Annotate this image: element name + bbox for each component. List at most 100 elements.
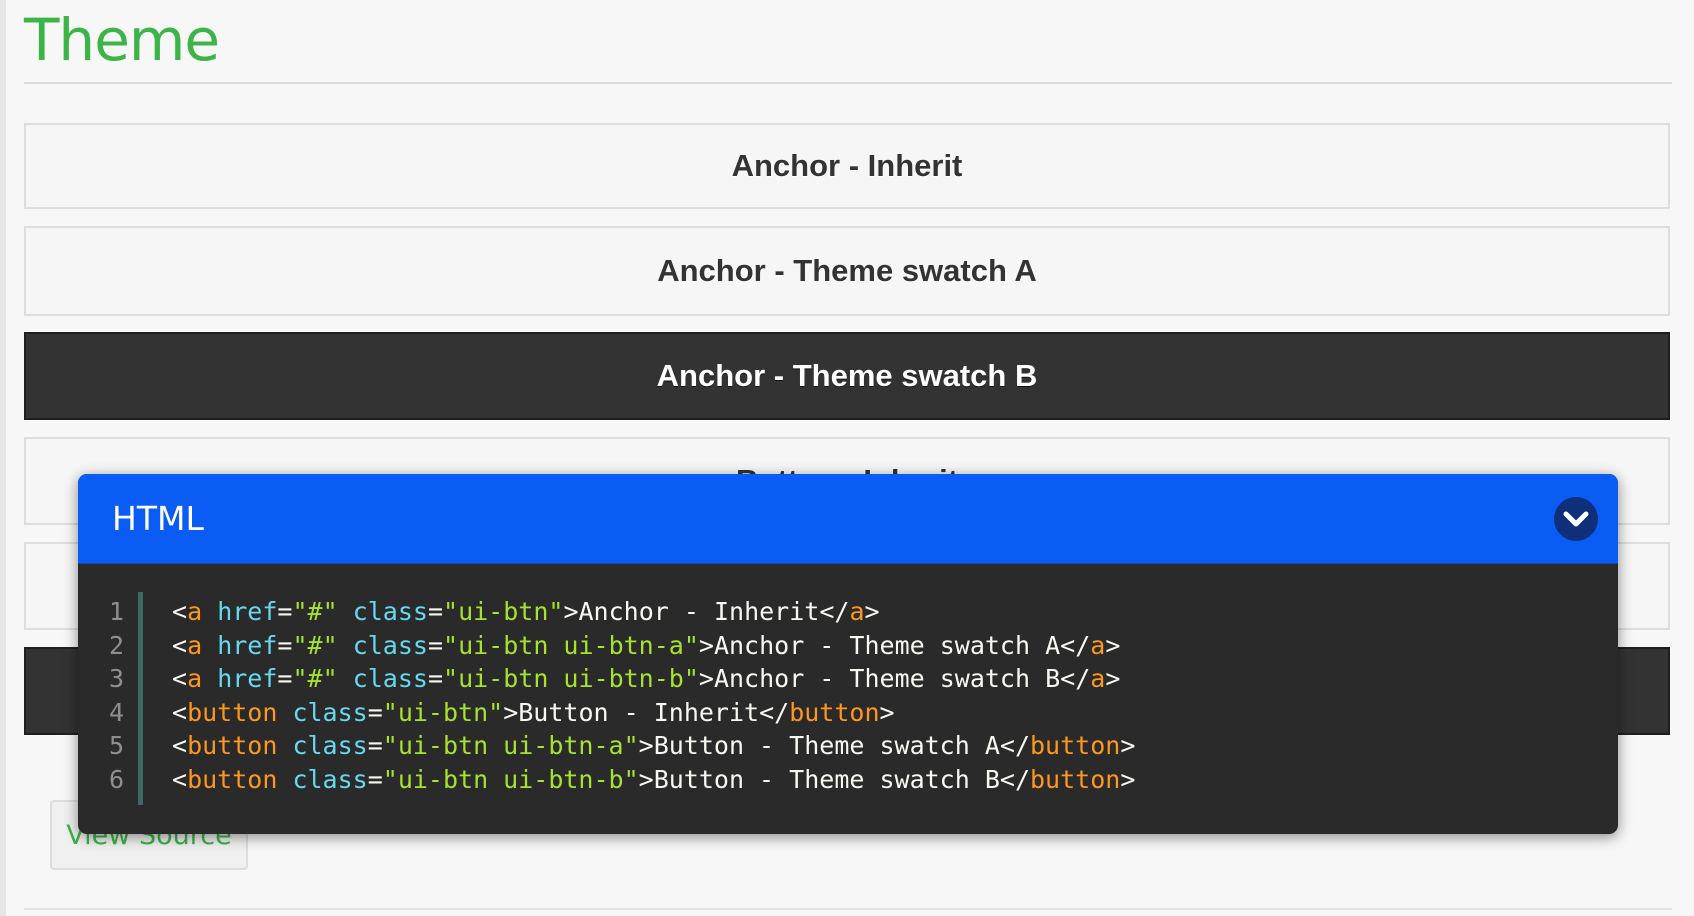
code-punct: =: [367, 697, 383, 727]
code-punct: >: [864, 597, 880, 626]
code-punct: <: [172, 597, 188, 626]
code-string: "ui-btn": [443, 597, 564, 626]
code-punct: =: [367, 764, 383, 794]
anchor-inherit-button[interactable]: Anchor - Inherit: [24, 123, 1670, 209]
popup-title: HTML: [112, 499, 204, 538]
code-tag: button: [187, 731, 278, 760]
code-punct: =: [427, 664, 444, 693]
code-text: <a href="#" class="ui-btn">Anchor - Inhe…: [172, 594, 880, 630]
code-attr: class: [352, 664, 428, 693]
code-punct: <: [172, 764, 188, 794]
code-attr: class: [352, 630, 428, 660]
code-content: Anchor - Theme swatch B: [713, 664, 1061, 693]
code-punct: >: [698, 630, 714, 660]
code-content: Button - Theme swatch A: [653, 731, 1000, 760]
code-attr: class: [292, 764, 368, 794]
code-attr: class: [352, 597, 428, 626]
code-attr: class: [292, 697, 368, 727]
code-tag: button: [187, 764, 278, 794]
code-punct: </: [999, 731, 1030, 760]
code-punct: =: [427, 630, 444, 660]
code-punct: <: [172, 630, 188, 660]
code-tag: a: [1090, 630, 1106, 660]
gutter-divider: [138, 592, 143, 805]
code-tag: a: [187, 630, 203, 660]
code-attr: class: [292, 731, 368, 760]
code-block: 1 <a href="#" class="ui-btn">Anchor - Inh…: [78, 564, 1618, 834]
line-number: 5: [108, 731, 124, 760]
code-text: <button class="ui-btn">Button - Inherit<…: [172, 695, 895, 731]
code-string: "ui-btn ui-btn-b": [443, 664, 699, 693]
code-punct: >: [638, 731, 654, 760]
code-content: Button - Theme swatch B: [653, 764, 1000, 794]
code-punct: >: [698, 664, 714, 693]
code-punct: <: [172, 731, 188, 760]
code-punct: =: [277, 597, 293, 626]
code-punct: =: [277, 664, 293, 693]
code-punct: >: [1120, 731, 1136, 760]
code-tag: button: [789, 697, 880, 727]
code-string: "ui-btn ui-btn-b": [382, 764, 639, 794]
line-number: 4: [108, 697, 124, 727]
code-text: <button class="ui-btn ui-btn-b">Button -…: [172, 762, 1135, 798]
code-content: Anchor - Inherit: [578, 597, 820, 626]
code-punct: =: [367, 731, 383, 760]
code-string: "ui-btn": [382, 697, 504, 727]
code-punct: >: [1105, 630, 1121, 660]
code-text: <button class="ui-btn ui-btn-a">Button -…: [172, 728, 1135, 764]
code-attr: href: [217, 664, 278, 693]
code-text: <a href="#" class="ui-btn ui-btn-b">Anch…: [172, 661, 1120, 697]
line-number: 2: [108, 630, 124, 660]
code-punct: <: [172, 697, 188, 727]
anchor-swatch-b-button[interactable]: Anchor - Theme swatch B: [24, 332, 1670, 420]
code-string: "#": [292, 630, 338, 660]
code-punct: >: [563, 597, 579, 626]
collapse-button[interactable]: [1554, 497, 1598, 541]
code-tag: a: [187, 597, 203, 626]
code-punct: >: [1120, 764, 1136, 794]
code-punct: >: [503, 697, 519, 727]
code-content: Button - Inherit: [518, 697, 760, 727]
code-tag: a: [187, 664, 203, 693]
code-content: Anchor - Theme swatch A: [713, 630, 1061, 660]
code-punct: =: [277, 630, 293, 660]
code-punct: >: [1105, 664, 1121, 693]
line-number: 6: [108, 764, 124, 794]
code-tag: a: [1090, 664, 1106, 693]
code-text: <a href="#" class="ui-btn ui-btn-a">Anch…: [172, 628, 1120, 664]
code-string: "ui-btn ui-btn-a": [443, 630, 699, 660]
code-tag: a: [849, 597, 865, 626]
code-punct: </: [819, 597, 850, 626]
code-tag: button: [187, 697, 278, 727]
title-divider: [24, 82, 1672, 84]
code-punct: =: [427, 597, 444, 626]
code-tag: button: [1030, 764, 1121, 794]
code-punct: >: [638, 764, 654, 794]
code-tag: button: [1030, 731, 1121, 760]
code-punct: </: [1060, 630, 1091, 660]
source-popup: HTML 1 <a href="#" class="ui-btn">Anchor …: [78, 474, 1618, 834]
code-punct: >: [879, 697, 895, 727]
popup-header[interactable]: HTML: [78, 474, 1618, 564]
code-string: "#": [292, 664, 338, 693]
code-string: "ui-btn ui-btn-a": [382, 731, 639, 760]
line-number: 3: [108, 664, 124, 693]
code-attr: href: [217, 630, 278, 660]
bottom-divider: [24, 908, 1672, 910]
code-punct: </: [1060, 664, 1091, 693]
line-number: 1: [108, 597, 124, 626]
left-edge: [0, 0, 6, 916]
code-attr: href: [217, 597, 278, 626]
chevron-down-icon: [1563, 511, 1589, 527]
code-punct: <: [172, 664, 188, 693]
anchor-swatch-a-button[interactable]: Anchor - Theme swatch A: [24, 226, 1670, 316]
